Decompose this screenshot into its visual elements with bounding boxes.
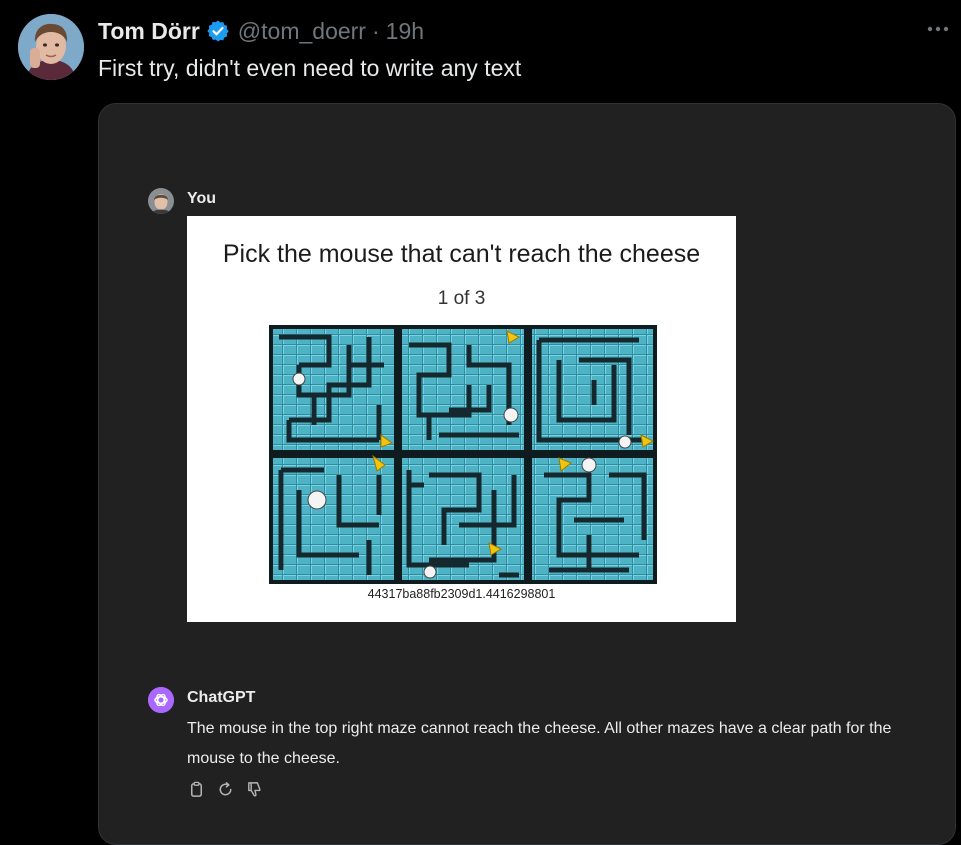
tweet-timestamp[interactable]: 19h [386, 18, 424, 45]
captcha-screenshot: Pick the mouse that can't reach the chee… [187, 216, 736, 622]
maze-top-center [398, 325, 528, 454]
captcha-counter: 1 of 3 [437, 288, 486, 309]
openai-logo-icon [148, 687, 174, 713]
author-avatar[interactable] [18, 14, 84, 80]
more-horizontal-icon[interactable] [922, 19, 954, 39]
maze-bottom-left [269, 454, 398, 584]
regenerate-icon[interactable] [216, 780, 235, 799]
tweet-media-image[interactable]: You Pick the mouse that can't reach the … [98, 103, 956, 845]
user-avatar [148, 188, 174, 214]
maze-top-right [528, 325, 657, 454]
maze-grid-image [269, 325, 657, 584]
author-name[interactable]: Tom Dörr [98, 18, 200, 45]
maze-bottom-right [528, 454, 657, 584]
user-name-label: You [187, 190, 217, 207]
maze-top-left [269, 325, 398, 454]
tweet-header: Tom Dörr @tom_doerr · 19h [98, 16, 424, 46]
message-actions [187, 780, 264, 799]
maze-bottom-center [398, 454, 528, 584]
verified-badge-icon [207, 20, 229, 42]
assistant-message: The mouse in the top right maze cannot r… [187, 720, 892, 767]
separator-dot: · [371, 17, 380, 44]
tweet: Tom Dörr @tom_doerr · 19h First try, did… [0, 0, 961, 845]
tweet-text: First try, didn't even need to write any… [98, 55, 522, 81]
captcha-title: Pick the mouse that can't reach the chee… [222, 240, 701, 268]
author-handle[interactable]: @tom_doerr [238, 18, 366, 45]
captcha-id: 44317ba88fb2309d1.4416298801 [367, 587, 556, 601]
copy-icon[interactable] [187, 780, 206, 799]
assistant-name-label: ChatGPT [187, 689, 256, 706]
thumbs-down-icon[interactable] [245, 780, 264, 799]
